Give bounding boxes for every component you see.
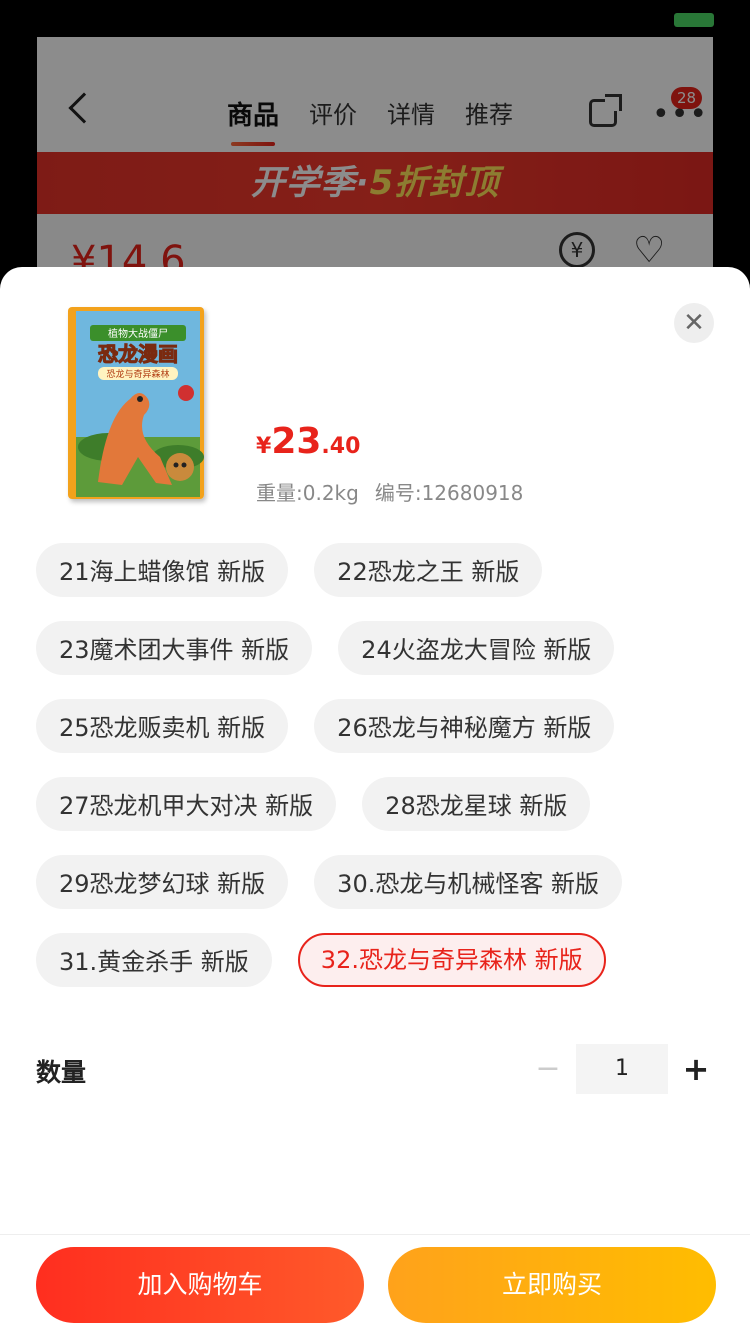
sku-option[interactable]: 26恐龙与神秘魔方 新版 xyxy=(314,699,615,753)
sku-option[interactable]: 25恐龙贩卖机 新版 xyxy=(36,699,289,753)
quantity-input[interactable]: 1 xyxy=(576,1044,668,1094)
price-currency: ¥ xyxy=(256,434,272,459)
sku-option[interactable]: 31.黄金杀手 新版 xyxy=(36,933,272,987)
sku-option[interactable]: 21海上蜡像馆 新版 xyxy=(36,543,289,597)
sku-option[interactable]: 29恐龙梦幻球 新版 xyxy=(36,855,289,909)
sku-option[interactable]: 23魔术团大事件 新版 xyxy=(36,621,313,675)
sku-price: ¥23.40 xyxy=(256,421,360,462)
product-cover-image: 植物大战僵尸 恐龙漫画 恐龙与奇异森林 xyxy=(68,307,204,499)
add-to-cart-button[interactable]: 加入购物车 xyxy=(36,1247,364,1323)
close-icon: ✕ xyxy=(683,308,705,338)
sku-option[interactable]: 22恐龙之王 新版 xyxy=(314,543,543,597)
cover-title-text: 恐龙漫画 xyxy=(98,342,178,366)
sku-sheet: 植物大战僵尸 恐龙漫画 恐龙与奇异森林 ✕ ¥23.40 重量:0.2kg 编号… xyxy=(0,267,750,1334)
action-bar: 加入购物车 立即购买 xyxy=(0,1234,750,1334)
sku-option[interactable]: 27恐龙机甲大对决 新版 xyxy=(36,777,337,831)
sku-number: 编号:12680918 xyxy=(374,481,524,505)
quantity-label: 数量 xyxy=(36,1058,87,1087)
sku-weight: 重量:0.2kg xyxy=(256,481,359,505)
buy-now-button[interactable]: 立即购买 xyxy=(388,1247,716,1323)
sku-option[interactable]: 30.恐龙与机械怪客 新版 xyxy=(314,855,622,909)
sku-options: 21海上蜡像馆 新版 22恐龙之王 新版 23魔术团大事件 新版 24火盗龙大冒… xyxy=(36,543,716,987)
cover-series-text: 植物大战僵尸 xyxy=(108,327,168,340)
sku-option[interactable]: 24火盗龙大冒险 新版 xyxy=(338,621,615,675)
price-integer: 23 xyxy=(271,421,322,462)
sku-option-selected[interactable]: 32.恐龙与奇异森林 新版 xyxy=(297,933,606,987)
price-decimal: .40 xyxy=(321,434,361,459)
quantity-increase-button[interactable]: + xyxy=(680,1044,712,1094)
cover-subtitle-text: 恐龙与奇异森林 xyxy=(106,368,169,380)
sku-meta: 重量:0.2kg 编号:12680918 xyxy=(256,477,523,506)
sku-option[interactable]: 28恐龙星球 新版 xyxy=(362,777,591,831)
quantity-decrease-button[interactable]: − xyxy=(534,1044,562,1094)
close-button[interactable]: ✕ xyxy=(674,303,714,343)
